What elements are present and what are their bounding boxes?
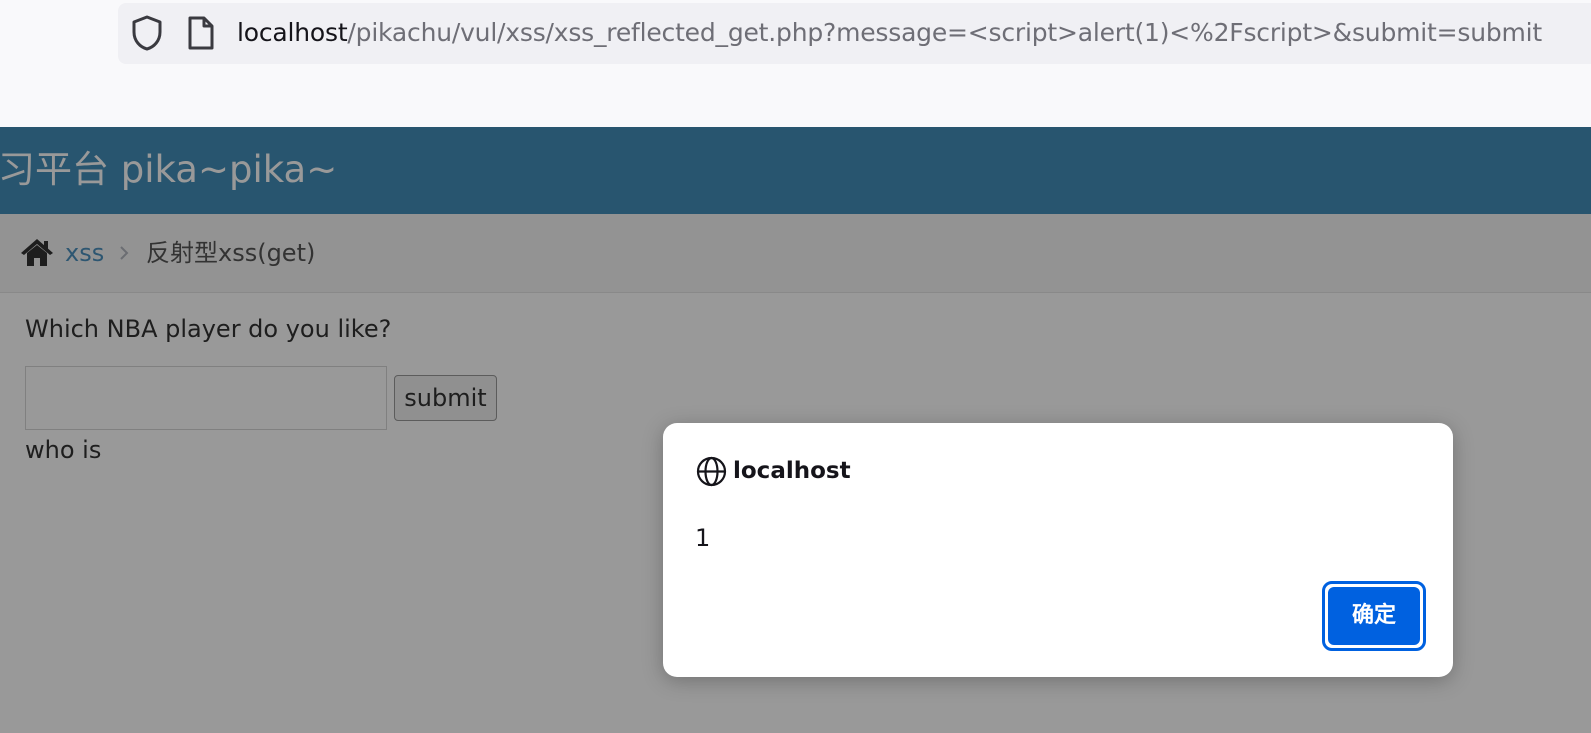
url-text[interactable]: localhost/pikachu/vul/xss/xss_reflected_… [237,14,1542,52]
page-info-icon[interactable] [187,15,215,51]
url-host: localhost [237,18,348,47]
dialog-ok-button[interactable]: 确定 [1322,581,1426,651]
globe-icon [696,456,727,487]
browser-window: localhost/pikachu/vul/xss/xss_reflected_… [0,0,1591,733]
url-path: /pikachu/vul/xss/xss_reflected_get.php?m… [347,18,1543,47]
dialog-message: 1 [695,524,711,552]
tracking-protection-shield-icon[interactable] [130,14,164,52]
dialog-origin: localhost [733,458,851,484]
dialog-ok-label: 确定 [1328,587,1420,645]
